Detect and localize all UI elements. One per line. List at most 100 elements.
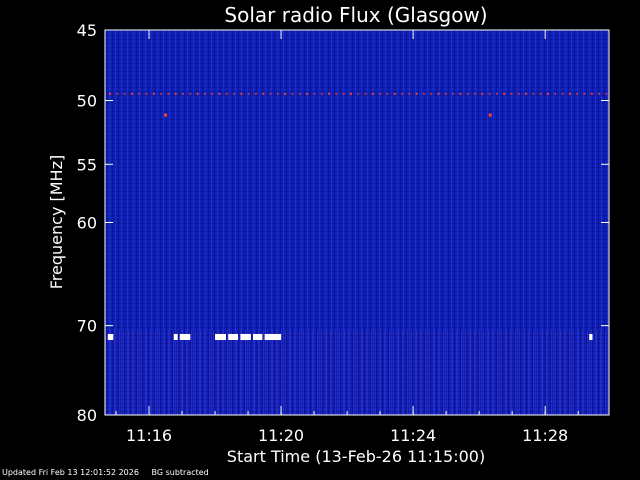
rfi-dot: [481, 92, 484, 95]
rfi-dot: [218, 92, 221, 95]
x-tick-label: 11:16: [126, 426, 172, 445]
rfi-dot: [422, 92, 425, 95]
rfi-dot: [503, 92, 506, 95]
rfi-dot: [269, 92, 272, 95]
rfi-dot: [130, 92, 133, 95]
rfi-interference-line: [109, 92, 608, 95]
x-tick-label: 11:20: [258, 426, 304, 445]
rfi-dot: [240, 92, 243, 95]
rfi-dot: [357, 92, 360, 95]
white-burst: [240, 334, 251, 340]
rfi-dot: [547, 92, 549, 95]
footer: Updated Fri Feb 13 12:01:52 2026 BG subt…: [2, 468, 219, 477]
rfi-dot: [247, 92, 250, 95]
rfi-dot: [233, 92, 236, 95]
rfi-dot: [284, 92, 287, 95]
rfi-dot: [561, 92, 564, 95]
rfi-dot: [525, 92, 528, 95]
rfi-dot: [262, 92, 265, 95]
x-tick-label: 11:24: [390, 426, 436, 445]
y-tick-label: 70: [77, 317, 97, 336]
rfi-dot: [386, 92, 389, 95]
low-frequency-noise-band: [105, 330, 609, 415]
updated-timestamp: Updated Fri Feb 13 12:01:52 2026: [2, 468, 139, 477]
plot-area: [104, 29, 610, 416]
rfi-dot: [576, 92, 579, 95]
x-tick-label: 11:28: [522, 426, 568, 445]
white-burst: [107, 334, 114, 340]
rfi-dot: [255, 92, 257, 95]
rfi-dot: [313, 92, 316, 95]
rfi-dot: [160, 92, 163, 95]
rfi-dot: [371, 92, 374, 95]
rfi-dot: [583, 92, 586, 95]
rfi-dot: [379, 92, 382, 95]
rfi-dot: [349, 92, 352, 95]
rfi-dot: [116, 92, 119, 95]
y-tick-label: 55: [77, 155, 97, 174]
rfi-dot: [298, 92, 301, 95]
white-burst: [173, 334, 178, 340]
y-tick-label: 80: [77, 406, 97, 425]
rfi-dot: [225, 92, 228, 95]
rfi-dot: [415, 92, 418, 95]
rfi-dot: [532, 92, 535, 95]
rfi-dot: [466, 92, 469, 95]
rfi-dot: [495, 92, 498, 95]
white-burst: [228, 334, 239, 340]
rfi-dot: [517, 92, 520, 95]
rfi-dot: [444, 92, 447, 95]
rfi-dot: [138, 92, 141, 95]
rfi-dot: [539, 92, 542, 95]
rfi-dot: [189, 92, 192, 95]
rfi-dot: [291, 92, 294, 95]
rfi-dot: [488, 92, 491, 95]
rfi-dot: [408, 92, 411, 95]
white-burst: [589, 334, 593, 340]
rfi-dot: [167, 92, 170, 95]
rfi-dot: [306, 92, 309, 95]
rfi-dot: [430, 92, 433, 95]
red-spot: [488, 113, 492, 117]
rfi-dot: [320, 92, 323, 95]
rfi-dot: [196, 92, 199, 95]
rfi-dot: [598, 92, 601, 95]
y-axis-label: Frequency [MHz]: [47, 155, 66, 289]
y-tick-label: 60: [77, 214, 97, 233]
rfi-dot: [459, 92, 462, 95]
rfi-dot: [510, 92, 513, 95]
rfi-dot: [335, 92, 338, 95]
white-burst: [264, 334, 282, 340]
rfi-dot: [590, 92, 593, 95]
white-burst: [215, 334, 226, 340]
rfi-dot: [605, 92, 608, 95]
white-burst: [179, 334, 191, 340]
white-burst: [253, 334, 263, 340]
rfi-dot: [452, 92, 455, 95]
rfi-dot: [276, 92, 279, 95]
rfi-dot: [182, 92, 184, 95]
rfi-dot: [437, 92, 440, 95]
rfi-dot: [174, 92, 177, 95]
rfi-dot: [554, 92, 557, 95]
rfi-dot: [401, 92, 403, 95]
rfi-dot: [211, 92, 214, 95]
rfi-dot: [109, 92, 111, 95]
y-tick-label: 50: [77, 92, 97, 111]
rfi-dot: [328, 92, 330, 95]
bg-subtracted-note: BG subtracted: [151, 468, 209, 477]
rfi-dot: [568, 92, 571, 95]
rfi-dot: [364, 92, 367, 95]
rfi-dot: [474, 92, 476, 95]
x-axis-label: Start Time (13-Feb-26 11:15:00): [227, 447, 485, 466]
rfi-dot: [152, 92, 155, 95]
rfi-dot: [342, 92, 345, 95]
spectrogram-chart: Solar radio Flux (Glasgow) 455055607080 …: [47, 3, 610, 466]
rfi-dot: [203, 92, 206, 95]
rfi-dot: [145, 92, 148, 95]
red-spot: [164, 113, 167, 117]
chart-title: Solar radio Flux (Glasgow): [224, 3, 487, 27]
y-tick-label: 45: [77, 21, 97, 40]
rfi-dot: [123, 92, 126, 95]
rfi-dot: [393, 92, 396, 95]
